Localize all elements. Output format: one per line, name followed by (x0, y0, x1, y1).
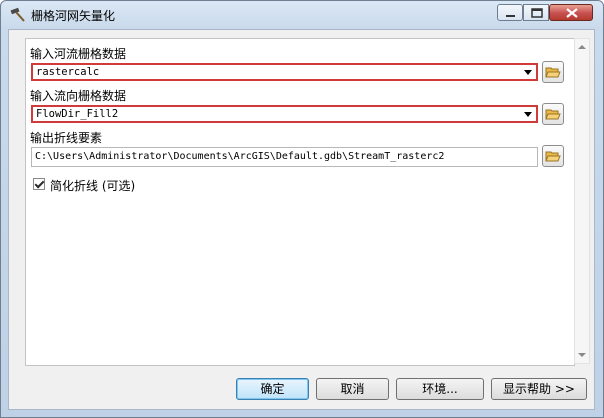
input-flowdir-raster-combo[interactable]: FlowDir_Fill2 (31, 105, 538, 123)
output-polyline-value: C:\Users\Administrator\Documents\ArcGIS\… (35, 151, 445, 162)
close-icon (566, 8, 578, 18)
output-polyline-label: 输出折线要素 (30, 131, 103, 145)
open-folder-icon (545, 151, 561, 162)
show-help-button[interactable]: 显示帮助 >> (491, 378, 587, 400)
scroll-up-arrow-icon[interactable] (578, 45, 586, 49)
scroll-down-arrow-icon[interactable] (578, 353, 586, 357)
close-button[interactable] (549, 4, 593, 21)
browse-output-button[interactable] (542, 145, 564, 167)
input-river-raster-combo[interactable]: rastercalc (31, 63, 538, 81)
tool-dialog-window: 栅格河网矢量化 输入河流栅格数据 rastercalc 输入流向栅格数据 Flo… (0, 0, 604, 418)
browse-flowdir-raster-button[interactable] (542, 103, 564, 125)
maximize-button[interactable] (523, 4, 549, 21)
environments-button[interactable]: 环境... (396, 378, 484, 400)
browse-river-raster-button[interactable] (542, 61, 564, 83)
ok-button[interactable]: 确定 (236, 378, 309, 400)
help-button[interactable] (497, 4, 523, 21)
chevron-down-icon[interactable] (521, 108, 535, 120)
open-folder-icon (545, 109, 561, 120)
cancel-button[interactable]: 取消 (316, 378, 389, 400)
open-folder-icon (545, 67, 561, 78)
chevron-down-icon[interactable] (521, 66, 535, 78)
input-river-raster-label: 输入河流栅格数据 (30, 47, 127, 61)
maximize-icon (531, 8, 543, 18)
input-flowdir-raster-value: FlowDir_Fill2 (36, 108, 119, 120)
dialog-body: 输入河流栅格数据 rastercalc 输入流向栅格数据 FlowDir_Fil… (8, 29, 595, 410)
window-title: 栅格河网矢量化 (31, 9, 116, 23)
title-bar[interactable]: 栅格河网矢量化 (1, 1, 603, 29)
help-icon (506, 15, 515, 17)
output-polyline-field[interactable]: C:\Users\Administrator\Documents\ArcGIS\… (31, 147, 538, 167)
hammer-icon (10, 7, 25, 22)
input-river-raster-value: rastercalc (36, 66, 100, 78)
simplify-checkbox[interactable] (33, 178, 45, 190)
input-flowdir-raster-label: 输入流向栅格数据 (30, 89, 127, 103)
vertical-scrollbar[interactable] (574, 38, 590, 364)
simplify-label: 简化折线 (可选) (50, 179, 136, 193)
